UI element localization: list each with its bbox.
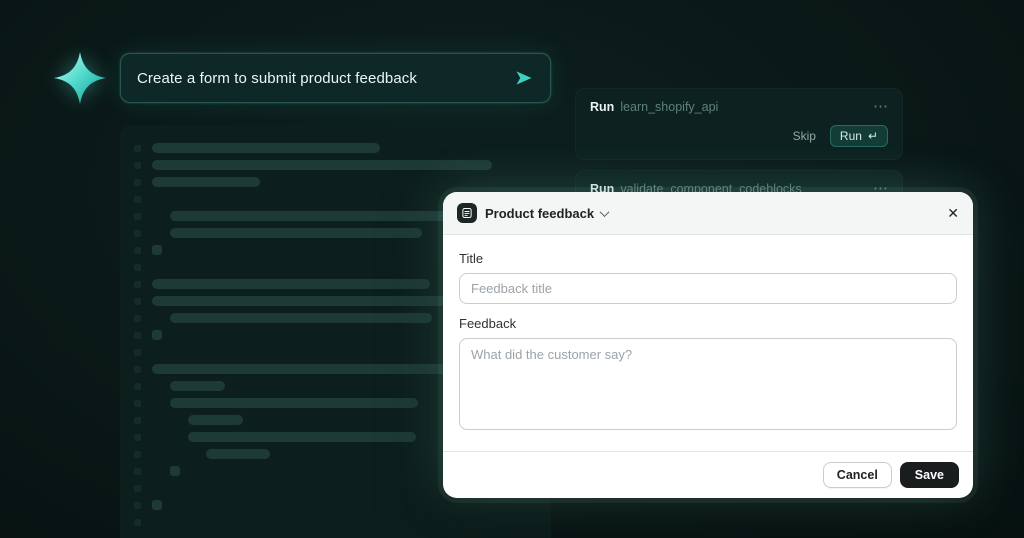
overflow-menu-icon[interactable]: ⋯	[873, 102, 888, 112]
skeleton-gutter-dot	[134, 468, 141, 475]
skeleton-gutter-dot	[134, 400, 141, 407]
skeleton-code-bar	[152, 364, 452, 374]
tool-run-card: Run learn_shopify_api ⋯ Skip Run ↵	[575, 88, 903, 160]
skeleton-gutter-dot	[134, 485, 141, 492]
title-field-label: Title	[459, 251, 957, 266]
skeleton-gutter-dot	[134, 298, 141, 305]
skeleton-gutter-dot	[134, 247, 141, 254]
skeleton-gutter-dot	[134, 230, 141, 237]
skeleton-gutter-dot	[134, 264, 141, 271]
skeleton-code-bar	[170, 313, 432, 323]
skeleton-code-dot	[152, 500, 162, 510]
skeleton-gutter-dot	[134, 315, 141, 322]
skeleton-gutter-dot	[134, 417, 141, 424]
app-background: Create a form to submit product feedback…	[0, 0, 1024, 538]
skeleton-code-bar	[152, 177, 260, 187]
skeleton-code-bar	[170, 211, 458, 221]
tool-run-actions: Skip Run ↵	[590, 125, 888, 147]
modal-title: Product feedback	[485, 206, 594, 221]
skeleton-code-dot	[170, 466, 180, 476]
skeleton-code-bar	[170, 398, 418, 408]
skeleton-gutter-dot	[134, 519, 141, 526]
chevron-down-icon	[600, 207, 610, 217]
cancel-button[interactable]: Cancel	[823, 462, 892, 488]
skeleton-gutter-dot	[134, 196, 141, 203]
run-action-label: Run	[590, 100, 614, 114]
skeleton-code-bar	[152, 160, 492, 170]
skeleton-code-bar	[152, 296, 490, 306]
skeleton-code-bar	[206, 449, 270, 459]
skeleton-gutter-dot	[134, 213, 141, 220]
form-icon	[457, 203, 477, 223]
skeleton-row	[134, 500, 537, 510]
send-button[interactable]	[514, 68, 534, 88]
skeleton-code-dot	[152, 245, 162, 255]
skeleton-gutter-dot	[134, 162, 141, 169]
skeleton-code-dot	[152, 330, 162, 340]
skeleton-code-bar	[188, 415, 243, 425]
title-input[interactable]	[459, 273, 957, 304]
skeleton-gutter-dot	[134, 383, 141, 390]
skeleton-code-bar	[170, 381, 225, 391]
skeleton-gutter-dot	[134, 451, 141, 458]
modal-header: Product feedback ✕	[443, 192, 973, 235]
send-icon	[514, 68, 534, 88]
prompt-text: Create a form to submit product feedback	[137, 70, 514, 87]
save-button[interactable]: Save	[900, 462, 959, 488]
skeleton-row	[134, 143, 537, 153]
run-button[interactable]: Run ↵	[830, 125, 888, 147]
return-key-icon: ↵	[868, 129, 878, 143]
modal-footer: Cancel Save	[443, 451, 973, 498]
skeleton-code-bar	[152, 279, 430, 289]
skeleton-row	[134, 517, 537, 527]
close-icon[interactable]: ✕	[947, 206, 959, 220]
skeleton-row	[134, 160, 537, 170]
tool-name: learn_shopify_api	[620, 100, 718, 114]
skeleton-gutter-dot	[134, 434, 141, 441]
skeleton-code-bar	[152, 143, 380, 153]
sparkle-logo-icon	[52, 50, 108, 106]
prompt-input[interactable]: Create a form to submit product feedback	[120, 53, 551, 103]
feedback-textarea[interactable]	[459, 338, 957, 430]
skeleton-row	[134, 177, 537, 187]
skip-button[interactable]: Skip	[793, 129, 816, 143]
skeleton-gutter-dot	[134, 332, 141, 339]
run-button-label: Run	[840, 129, 862, 143]
skeleton-gutter-dot	[134, 366, 141, 373]
skeleton-gutter-dot	[134, 502, 141, 509]
tool-run-header: Run learn_shopify_api ⋯	[590, 100, 888, 114]
skeleton-gutter-dot	[134, 145, 141, 152]
skeleton-gutter-dot	[134, 349, 141, 356]
skeleton-code-bar	[170, 228, 422, 238]
skeleton-gutter-dot	[134, 281, 141, 288]
product-feedback-modal: Product feedback ✕ Title Feedback Cancel…	[443, 192, 973, 498]
skeleton-gutter-dot	[134, 179, 141, 186]
skeleton-code-bar	[188, 432, 416, 442]
form-selector-dropdown[interactable]: Product feedback	[485, 206, 608, 221]
feedback-field-label: Feedback	[459, 316, 957, 331]
modal-body: Title Feedback	[443, 235, 973, 451]
